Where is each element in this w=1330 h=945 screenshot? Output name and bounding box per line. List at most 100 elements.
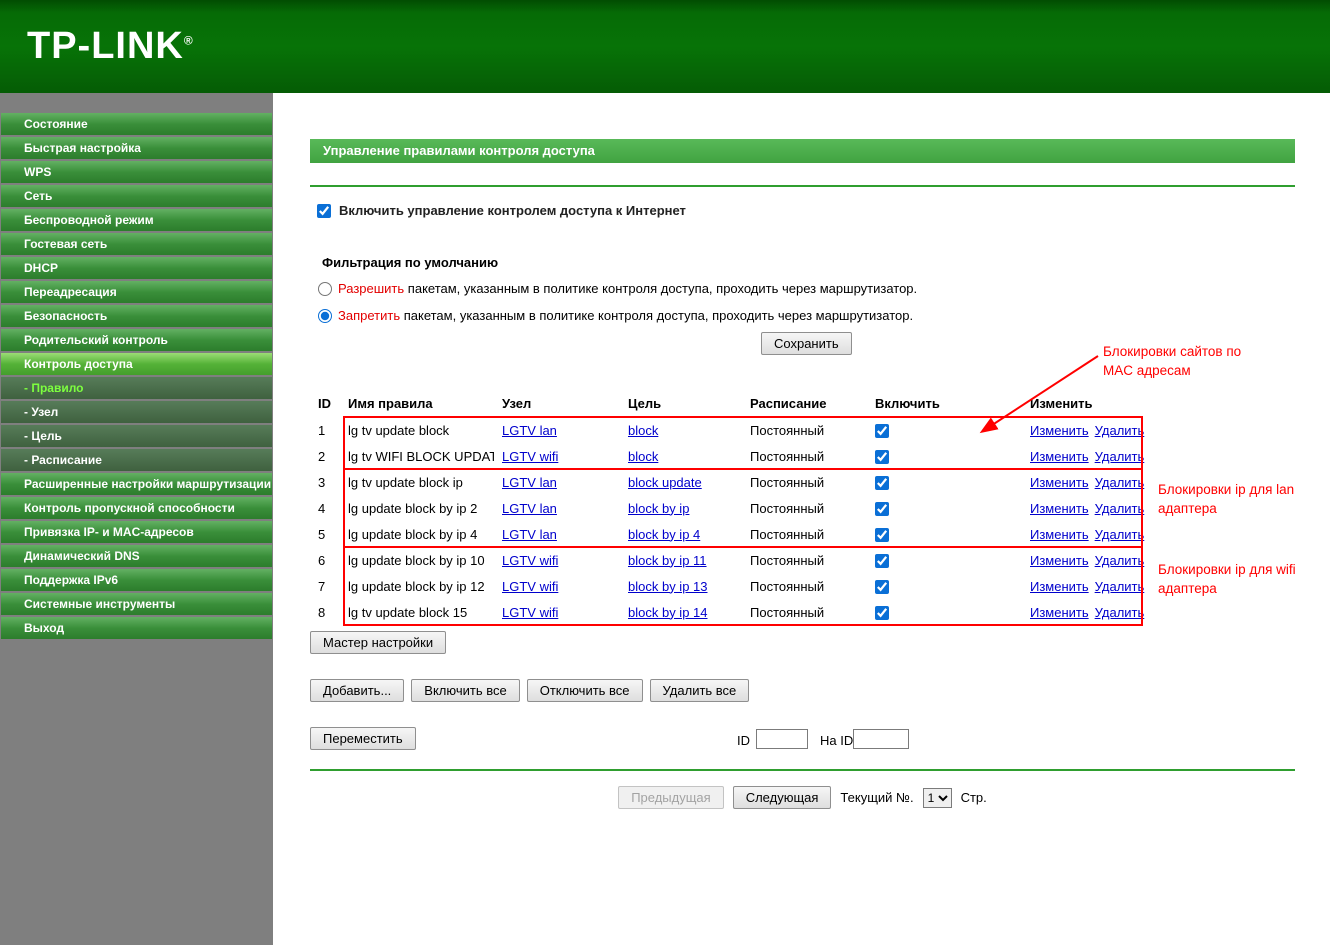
rule-edit-link[interactable]: Изменить (1030, 605, 1089, 620)
default-filter-heading: Фильтрация по умолчанию (322, 255, 499, 270)
rule-edit-link[interactable]: Изменить (1030, 423, 1089, 438)
sidebar-item-logout[interactable]: Выход (1, 617, 272, 639)
move-id-input[interactable] (756, 729, 808, 749)
rule-edit-link[interactable]: Изменить (1030, 527, 1089, 542)
sidebar-item-dhcp[interactable]: DHCP (1, 257, 272, 279)
sidebar-item-rule[interactable]: - Правило (1, 377, 272, 399)
sidebar-item-network[interactable]: Сеть (1, 185, 272, 207)
rule-delete-link[interactable]: Удалить (1095, 501, 1145, 516)
rule-host-link[interactable]: LGTV lan (502, 501, 557, 516)
col-header-modify: Изменить (1030, 395, 1093, 411)
rule-row: 2 lg tv WIFI BLOCK UPDATE LGTV wifi bloc… (310, 443, 1295, 469)
annotation-mac-text: Блокировки сайтов по MAC адресам (1103, 344, 1242, 378)
rule-enable-checkbox[interactable] (875, 553, 889, 568)
sidebar: Состояние Быстрая настройка WPS Сеть Беспров… (0, 93, 273, 945)
rule-schedule: Постоянный (750, 422, 825, 438)
registered-mark: ® (183, 33, 194, 48)
rule-target-link[interactable]: block by ip 13 (628, 579, 708, 594)
enable-access-control-row: Включить управление контролем доступа к … (317, 203, 686, 218)
sidebar-item-quick-setup[interactable]: Быстрая настройка (1, 137, 272, 159)
rule-enable-checkbox[interactable] (875, 579, 889, 594)
rule-target-link[interactable]: block by ip 14 (628, 605, 708, 620)
rule-target-link[interactable]: block by ip 4 (628, 527, 700, 542)
rule-delete-link[interactable]: Удалить (1095, 527, 1145, 542)
sidebar-item-wps[interactable]: WPS (1, 161, 272, 183)
pagination: Предыдущая Следующая Текущий №. 1 Стр. (310, 786, 1295, 809)
rule-delete-link[interactable]: Удалить (1095, 475, 1145, 490)
rules-table: ID Имя правила Узел Цель Расписание Вклю… (310, 393, 1295, 625)
rule-edit-link[interactable]: Изменить (1030, 579, 1089, 594)
sidebar-item-system-tools[interactable]: Системные инструменты (1, 593, 272, 615)
enable-access-control-label: Включить управление контролем доступа к … (339, 203, 686, 218)
sidebar-item-dynamic-dns[interactable]: Динамический DNS (1, 545, 272, 567)
save-button[interactable]: Сохранить (761, 332, 852, 355)
rule-target-link[interactable]: block by ip (628, 501, 689, 516)
rules-table-body: 1 lg tv update block LGTV lan block Пост… (310, 417, 1295, 625)
rule-host-link[interactable]: LGTV wifi (502, 579, 558, 594)
rule-schedule: Постоянный (750, 578, 825, 594)
sidebar-item-ip-mac-binding[interactable]: Привязка IP- и MAC-адресов (1, 521, 272, 543)
rule-delete-link[interactable]: Удалить (1095, 605, 1145, 620)
tp-link-logo: TP-LINK® (0, 25, 194, 68)
col-header-target: Цель (628, 395, 662, 411)
rule-target-link[interactable]: block update (628, 475, 702, 490)
rule-delete-link[interactable]: Удалить (1095, 449, 1145, 464)
rule-edit-link[interactable]: Изменить (1030, 449, 1089, 464)
rule-enable-checkbox[interactable] (875, 605, 889, 620)
sidebar-item-wireless[interactable]: Беспроводной режим (1, 209, 272, 231)
rule-delete-link[interactable]: Удалить (1095, 553, 1145, 568)
rule-host-link[interactable]: LGTV lan (502, 475, 557, 490)
rule-edit-link[interactable]: Изменить (1030, 475, 1089, 490)
sidebar-item-status[interactable]: Состояние (1, 113, 272, 135)
sidebar-item-schedule[interactable]: - Расписание (1, 449, 272, 471)
delete-all-button[interactable]: Удалить все (649, 679, 750, 702)
divider (310, 185, 1295, 187)
rule-target-link[interactable]: block (628, 449, 658, 464)
sidebar-item-guest-network[interactable]: Гостевая сеть (1, 233, 272, 255)
rule-host-link[interactable]: LGTV lan (502, 423, 557, 438)
sidebar-item-ipv6-support[interactable]: Поддержка IPv6 (1, 569, 272, 591)
sidebar-item-security[interactable]: Безопасность (1, 305, 272, 327)
rule-host-link[interactable]: LGTV lan (502, 527, 557, 542)
rule-host-link[interactable]: LGTV wifi (502, 449, 558, 464)
deny-radio[interactable] (318, 308, 332, 323)
rule-row: 3 lg tv update block ip LGTV lan block u… (310, 469, 1295, 495)
rule-edit-link[interactable]: Изменить (1030, 501, 1089, 516)
rule-schedule: Постоянный (750, 526, 825, 542)
rule-enable-checkbox[interactable] (875, 527, 889, 542)
previous-page-button[interactable]: Предыдущая (618, 786, 724, 809)
rule-delete-link[interactable]: Удалить (1095, 423, 1145, 438)
rule-edit-link[interactable]: Изменить (1030, 553, 1089, 568)
rule-delete-link[interactable]: Удалить (1095, 579, 1145, 594)
setup-wizard-button[interactable]: Мастер настройки (310, 631, 447, 654)
move-to-id-input[interactable] (853, 729, 909, 749)
sidebar-item-bandwidth-control[interactable]: Контроль пропускной способности (1, 497, 272, 519)
page-select[interactable]: 1 (922, 787, 952, 808)
allow-radio-text: пакетам, указанным в политике контроля д… (407, 281, 918, 296)
deny-radio-row: Запретить пакетам, указанным в политике … (318, 308, 913, 323)
enable-access-control-checkbox[interactable] (317, 203, 331, 218)
sidebar-item-parental-control[interactable]: Родительский контроль (1, 329, 272, 351)
move-button[interactable]: Переместить (310, 727, 416, 750)
rule-enable-checkbox[interactable] (875, 423, 889, 438)
rule-enable-checkbox[interactable] (875, 449, 889, 464)
rule-enable-checkbox[interactable] (875, 475, 889, 490)
sidebar-item-forwarding[interactable]: Переадресация (1, 281, 272, 303)
col-header-id: ID (318, 395, 331, 411)
allow-radio[interactable] (318, 281, 332, 296)
sidebar-item-access-control[interactable]: Контроль доступа (1, 353, 272, 375)
rule-enable-checkbox[interactable] (875, 501, 889, 516)
enable-all-button[interactable]: Включить все (411, 679, 520, 702)
next-page-button[interactable]: Следующая (732, 786, 832, 809)
sidebar-item-advanced-routing[interactable]: Расширенные настройки маршрутизации (1, 473, 272, 495)
rule-name: lg tv update block (348, 422, 450, 438)
rule-target-link[interactable]: block (628, 423, 658, 438)
sidebar-item-target[interactable]: - Цель (1, 425, 272, 447)
disable-all-button[interactable]: Отключить все (526, 679, 643, 702)
sidebar-item-host[interactable]: - Узел (1, 401, 272, 423)
rule-host-link[interactable]: LGTV wifi (502, 553, 558, 568)
rule-id: 4 (318, 500, 326, 516)
rule-target-link[interactable]: block by ip 11 (628, 553, 707, 568)
rule-host-link[interactable]: LGTV wifi (502, 605, 558, 620)
add-rule-button[interactable]: Добавить... (310, 679, 405, 702)
